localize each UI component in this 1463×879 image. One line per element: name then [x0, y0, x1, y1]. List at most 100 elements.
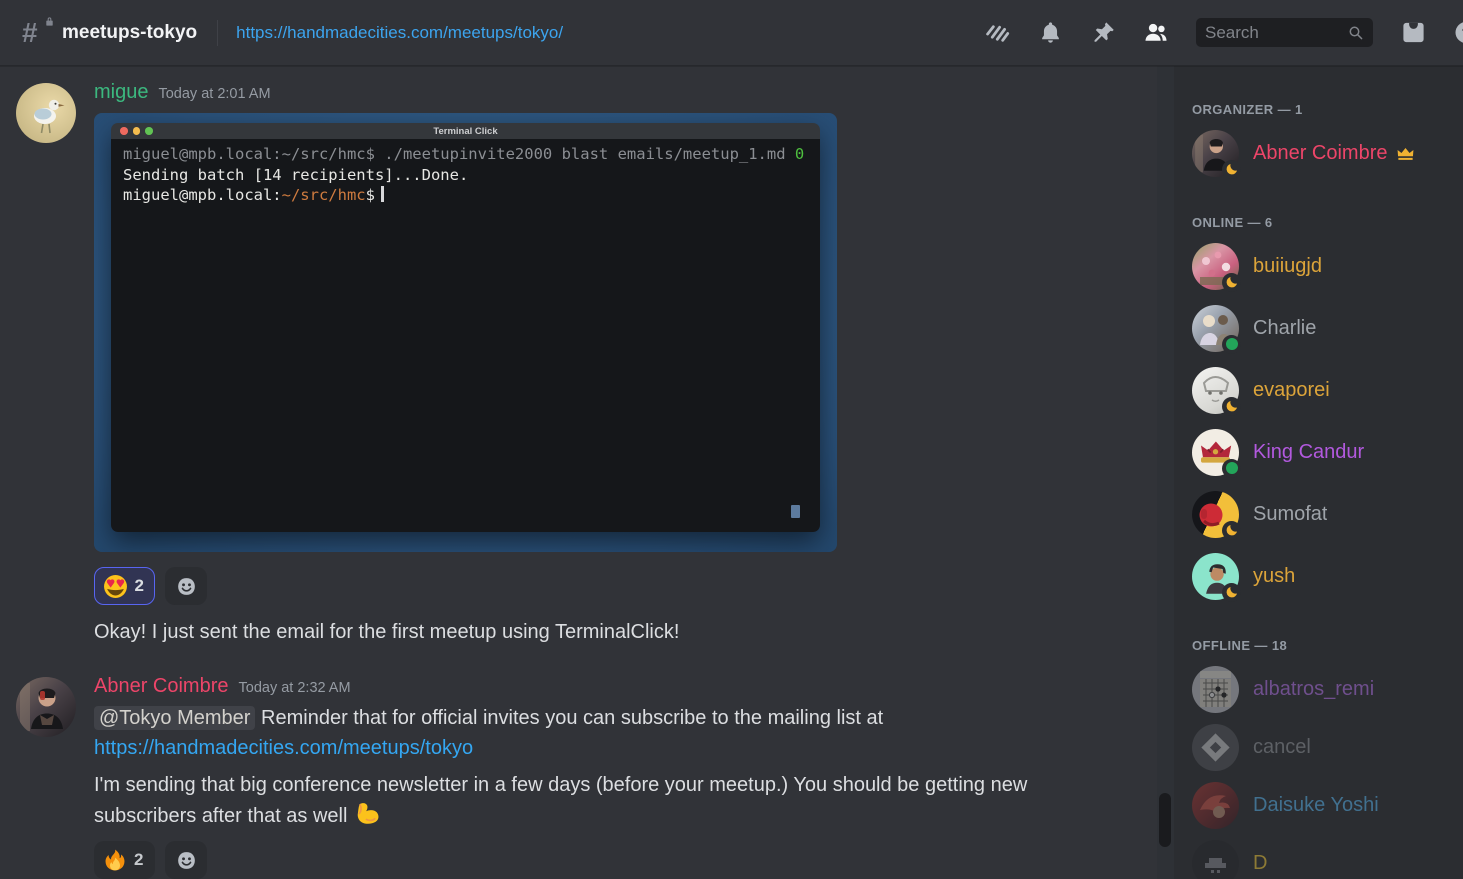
minimize-button-icon: [133, 127, 141, 135]
terminal-prompt-path: ~/src/hmc: [282, 186, 366, 204]
reaction-count: 2: [135, 576, 144, 596]
heart-eyes-emoji: [103, 574, 128, 599]
member-sumofat[interactable]: Sumofat: [1192, 486, 1455, 542]
pin-icon[interactable]: [1090, 20, 1116, 46]
add-reaction-button[interactable]: [165, 567, 207, 605]
reaction-count: 2: [134, 850, 143, 870]
help-icon[interactable]: ?: [1453, 20, 1463, 46]
section-online: ONLINE — 6: [1192, 215, 1455, 604]
zoom-button-icon: [145, 127, 153, 135]
message-migue: migue Today at 2:01 AM Terminal Click: [16, 81, 1157, 647]
byline: Abner Coimbre Today at 2:32 AM: [94, 675, 1157, 699]
status-online-icon: [1222, 335, 1241, 354]
locked-channel-icon: #: [22, 18, 52, 48]
message-text: @Tokyo Member Reminder that for official…: [94, 703, 1074, 763]
chat-scrollbar[interactable]: [1157, 66, 1174, 879]
timestamp: Today at 2:32 AM: [239, 680, 351, 696]
member-daisuke-yoshi[interactable]: Daisuke Yoshi: [1192, 777, 1455, 833]
member-partial[interactable]: D: [1192, 835, 1455, 879]
status-idle-icon: [1222, 583, 1241, 602]
members-icon[interactable]: [1143, 20, 1169, 46]
search-icon: [1347, 24, 1365, 42]
terminal-scroll-indicator: [791, 505, 800, 518]
member-name: yush: [1253, 565, 1295, 588]
member-name: Charlie: [1253, 317, 1316, 340]
avatar: [1192, 782, 1239, 829]
member-name: King Candur: [1253, 441, 1364, 464]
status-idle-icon: [1222, 521, 1241, 540]
message-text: Okay! I just sent the email for the firs…: [94, 618, 1074, 647]
member-charlie[interactable]: Charlie: [1192, 300, 1455, 356]
terminal-titlebar: Terminal Click: [111, 123, 820, 139]
traffic-lights: [120, 127, 153, 135]
terminal-window: Terminal Click miguel@mpb.local:~/src/hm…: [111, 123, 820, 532]
section-label: ORGANIZER — 1: [1192, 102, 1455, 117]
status-idle-icon: [1222, 397, 1241, 416]
terminal-screenshot-attachment[interactable]: Terminal Click miguel@mpb.local:~/src/hm…: [94, 113, 837, 552]
timestamp: Today at 2:01 AM: [158, 86, 270, 102]
avatar-abner-coimbre[interactable]: [16, 677, 76, 737]
inbox-icon[interactable]: [1400, 20, 1426, 46]
terminal-cursor: [381, 186, 384, 202]
channel-name: meetups-tokyo: [62, 22, 197, 44]
terminal-title: Terminal Click: [433, 126, 497, 137]
author-name[interactable]: migue: [94, 81, 148, 104]
section-label: ONLINE — 6: [1192, 215, 1455, 230]
terminal-output: miguel@mpb.local:~/src/hmc$ ./meetupinvi…: [111, 139, 820, 532]
author-name[interactable]: Abner Coimbre: [94, 675, 229, 698]
bell-icon[interactable]: [1037, 20, 1063, 46]
avatar: [1192, 840, 1239, 879]
add-reaction-smiley-icon: [175, 575, 198, 598]
member-abner-coimbre[interactable]: Abner Coimbre: [1192, 125, 1455, 181]
add-reaction-smiley-icon: [175, 849, 198, 872]
header-divider: [217, 20, 218, 46]
status-idle-icon: [1222, 273, 1241, 292]
lock-icon: [44, 16, 55, 27]
reactions-row: 2: [94, 841, 1157, 879]
header-toolbar: ?: [984, 18, 1463, 47]
add-reaction-button[interactable]: [165, 841, 207, 879]
reaction-heart-eyes[interactable]: 2: [94, 567, 155, 605]
avatar-migue[interactable]: [16, 83, 76, 143]
member-name: Daisuke Yoshi: [1253, 794, 1379, 817]
member-name: cancel: [1253, 736, 1311, 759]
terminal-prompt-user: miguel@mpb.local:: [123, 186, 282, 204]
threads-icon[interactable]: [984, 20, 1010, 46]
member-evaporei[interactable]: evaporei: [1192, 362, 1455, 418]
avatar: [1192, 666, 1239, 713]
member-name: buiiugjd: [1253, 255, 1322, 278]
section-organizer: ORGANIZER — 1: [1192, 102, 1455, 181]
status-idle-icon: [1222, 160, 1241, 179]
terminal-prompt-symbol: $: [366, 186, 375, 204]
member-name: D: [1253, 852, 1267, 875]
channel-topic-link[interactable]: https://handmadecities.com/meetups/tokyo…: [236, 23, 563, 43]
search-input[interactable]: [1196, 18, 1373, 47]
member-cancel[interactable]: cancel: [1192, 719, 1455, 775]
channel-header: # meetups-tokyo https://handmadecities.c…: [0, 0, 1463, 66]
reactions-row: 2: [94, 567, 1157, 605]
member-name: evaporei: [1253, 379, 1330, 402]
byline: migue Today at 2:01 AM: [94, 81, 1157, 105]
reaction-fire[interactable]: 2: [94, 841, 155, 879]
member-yush[interactable]: yush: [1192, 548, 1455, 604]
member-albatros-remi[interactable]: albatros_remi: [1192, 661, 1455, 717]
message-link[interactable]: https://handmadecities.com/meetups/tokyo: [94, 737, 473, 759]
member-name: albatros_remi: [1253, 678, 1374, 701]
discord-app: # meetups-tokyo https://handmadecities.c…: [0, 0, 1463, 879]
terminal-line2-output: Sending batch [14 recipients]...Done.: [123, 166, 468, 184]
status-online-icon: [1222, 459, 1241, 478]
message-abner: Abner Coimbre Today at 2:32 AM @Tokyo Me…: [16, 675, 1157, 879]
member-buiiugjd[interactable]: buiiugjd: [1192, 238, 1455, 294]
member-king-candur[interactable]: King Candur: [1192, 424, 1455, 480]
message-body-line1: I'm sending that big conference newslett…: [94, 774, 1027, 796]
flexed-biceps-emoji: [353, 800, 380, 827]
avatar: [1192, 724, 1239, 771]
section-label: OFFLINE — 18: [1192, 638, 1455, 653]
member-list: ORGANIZER — 1: [1174, 66, 1463, 879]
search-field[interactable]: [1205, 23, 1347, 43]
owner-crown-icon: [1396, 144, 1415, 163]
chat-scrollbar-thumb[interactable]: [1159, 793, 1171, 847]
terminal-line1-command: miguel@mpb.local:~/src/hmc$ ./meetupinvi…: [123, 145, 786, 163]
member-name: Sumofat: [1253, 503, 1327, 526]
role-mention[interactable]: @Tokyo Member: [94, 706, 255, 730]
